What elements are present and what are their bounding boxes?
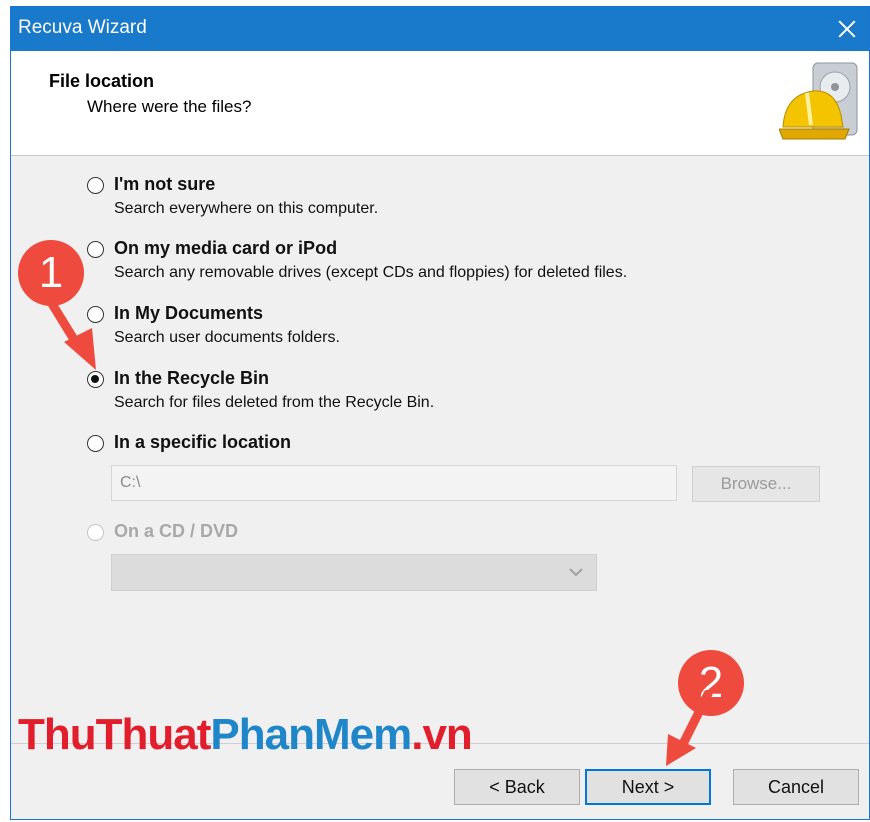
wizard-header: File location Where were the files?: [11, 51, 869, 156]
watermark-part-2: PhanMem: [210, 710, 412, 759]
window-title: Recuva Wizard: [18, 17, 147, 38]
page-title: File location: [49, 71, 155, 91]
title-bar: Recuva Wizard: [11, 7, 869, 51]
radio-not-sure[interactable]: [87, 177, 104, 194]
option-label: I'm not sure: [114, 174, 216, 194]
step-1-arrow-icon: [41, 290, 96, 370]
radio-cd-dvd[interactable]: [87, 524, 104, 541]
step-2-arrow-icon: [666, 690, 713, 766]
watermark: ThuThuatPhanMem.vn: [18, 710, 473, 760]
cd-dvd-dropdown[interactable]: [111, 554, 597, 591]
watermark-part-1: ThuThuat: [18, 710, 211, 759]
recuva-hardhat-logo-icon: [779, 62, 858, 140]
watermark-part-3: .vn: [411, 710, 473, 759]
cancel-button[interactable]: Cancel: [733, 769, 859, 805]
option-description: Search user documents folders.: [114, 329, 340, 346]
next-button[interactable]: Next >: [585, 769, 711, 805]
browse-button[interactable]: Browse...: [692, 466, 820, 502]
location-path-input[interactable]: [111, 465, 677, 501]
page-subtitle: Where were the files?: [87, 97, 252, 116]
close-icon[interactable]: [823, 7, 869, 51]
option-label: In the Recycle Bin: [114, 368, 270, 388]
option-label: In My Documents: [114, 303, 264, 323]
option-label: On a CD / DVD: [114, 521, 239, 541]
chevron-down-icon: [569, 568, 583, 577]
back-button[interactable]: < Back: [454, 769, 580, 805]
option-description: Search any removable drives (except CDs …: [114, 264, 628, 281]
option-description: Search everywhere on this computer.: [114, 200, 379, 217]
option-description: Search for files deleted from the Recycl…: [114, 394, 435, 411]
radio-specific-location[interactable]: [87, 435, 104, 452]
recuva-wizard-window: Recuva Wizard File location Where were t…: [10, 6, 870, 820]
radio-media-card[interactable]: [87, 241, 104, 258]
option-label: In a specific location: [114, 432, 292, 452]
option-label: On my media card or iPod: [114, 238, 338, 258]
